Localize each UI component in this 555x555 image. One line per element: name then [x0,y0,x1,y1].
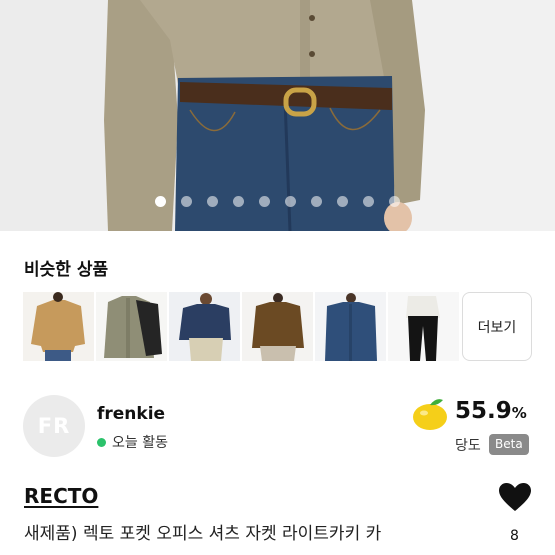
like-count: 8 [510,528,519,544]
seller-name[interactable]: frenkie [97,404,165,424]
navy-denim-shirt-image [169,292,240,361]
lemon-icon [413,399,447,430]
seller-activity-status: 오늘 활동 [97,432,168,452]
carousel-dot[interactable] [389,196,400,207]
similar-product-thumbnail[interactable] [242,292,313,361]
rating-unit: % [511,404,527,422]
similar-product-thumbnail[interactable] [315,292,386,361]
carousel-dot[interactable] [233,196,244,207]
carousel-dot[interactable] [285,196,296,207]
tan-shirt-jacket-image [23,292,94,361]
rating-label: 당도 [455,438,481,454]
beta-badge: Beta [489,434,529,455]
seller-avatar[interactable]: FR [23,395,85,457]
product-image-carousel[interactable] [0,0,555,231]
carousel-dot[interactable] [259,196,270,207]
carousel-dot[interactable] [337,196,348,207]
carousel-dot[interactable] [155,196,166,207]
sweetness-rating: 55.9% [455,398,527,424]
similar-products-title: 비슷한 상품 [24,260,109,280]
similar-product-thumbnail[interactable] [388,292,459,361]
heart-icon[interactable] [498,482,532,512]
carousel-dot[interactable] [207,196,218,207]
brand-link[interactable]: RECTO [24,484,98,508]
online-status-dot [97,437,106,447]
olive-shirt-jacket-image [96,292,167,361]
similar-product-thumbnail[interactable] [169,292,240,361]
brown-corduroy-jacket-image [242,292,313,361]
carousel-dot[interactable] [181,196,192,207]
rating-number: 55.9 [455,398,512,424]
similar-products-list [23,292,459,361]
carousel-dot[interactable] [363,196,374,207]
similar-product-thumbnail[interactable] [96,292,167,361]
more-similar-button[interactable]: 더보기 [462,292,532,361]
activity-status-label: 오늘 활동 [112,435,168,451]
similar-product-thumbnail[interactable] [23,292,94,361]
carousel-dot[interactable] [311,196,322,207]
white-shirt-black-pants-image [388,292,459,361]
blue-denim-shirt-image [315,292,386,361]
product-title: 새제품) 렉토 포켓 오피스 셔츠 자켓 라이트카키 카 [24,524,382,544]
carousel-dots [0,196,555,208]
